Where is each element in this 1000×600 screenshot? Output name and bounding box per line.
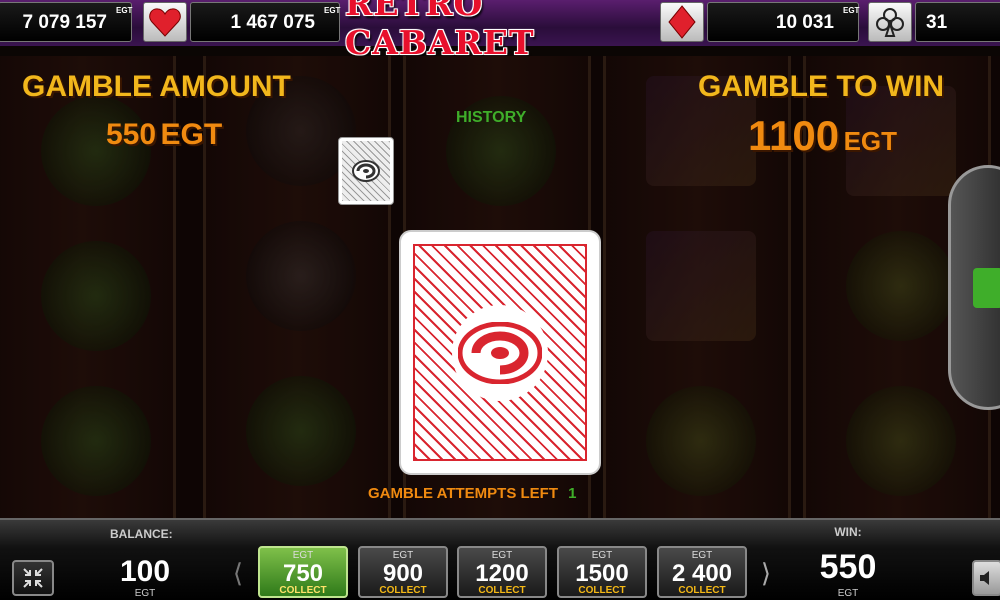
jackpot-spades: 7 079 157 EGT xyxy=(0,2,132,42)
jackpot-clubs-value: 31 xyxy=(926,12,948,33)
jackpot-spades-value: 7 079 157 xyxy=(22,12,107,33)
bet-option-1[interactable]: EGT 750 COLLECT xyxy=(258,546,348,598)
jackpot-hearts: 1 467 075 EGT xyxy=(190,2,340,42)
jackpot-spades-currency: EGT xyxy=(116,6,133,15)
egt-logo-icon xyxy=(342,141,390,201)
bet-value: 2 400 xyxy=(671,560,733,587)
bet-option-5[interactable]: EGT 2 400 COLLECT xyxy=(657,546,747,598)
bet-value: 750 xyxy=(282,560,324,587)
club-icon xyxy=(868,2,912,42)
diamond-icon xyxy=(660,2,704,42)
history-label: HISTORY xyxy=(456,109,527,126)
gamble-amount-label: GAMBLE AMOUNT xyxy=(22,70,291,103)
gamble-amount-value: 550 xyxy=(106,118,157,151)
side-action-button[interactable] xyxy=(948,165,1000,410)
gamble-amount-currency: EGT xyxy=(160,118,223,151)
gamble-to-win-currency: EGT xyxy=(843,126,898,156)
gamble-attempts-value: 1 xyxy=(568,485,577,502)
card-back-pattern xyxy=(413,244,587,461)
bet-value: 900 xyxy=(382,560,424,587)
balance-currency: EGT xyxy=(134,588,156,599)
bet-scroll-right[interactable]: ⟩ xyxy=(756,548,776,598)
jackpot-hearts-value: 1 467 075 xyxy=(230,12,315,33)
bet-value: 1200 xyxy=(475,560,529,587)
gamble-to-win: 1100 EGT xyxy=(748,112,897,160)
sound-button[interactable] xyxy=(972,560,1000,596)
jackpot-diamonds-value: 10 031 xyxy=(775,12,834,33)
fullscreen-button[interactable] xyxy=(12,560,54,596)
game-logo: RETRO CABARET xyxy=(345,0,535,62)
bet-action: COLLECT xyxy=(678,585,726,596)
bet-action: COLLECT xyxy=(478,585,526,596)
start-icon xyxy=(973,268,1000,308)
bet-action: COLLECT xyxy=(379,585,427,596)
bet-action: COLLECT xyxy=(279,585,327,596)
heart-icon xyxy=(143,2,187,42)
gamble-card[interactable] xyxy=(399,230,601,475)
balance-label: BALANCE: xyxy=(110,527,173,541)
jackpot-bar: 7 079 157 EGT 1 467 075 EGT RETRO CABARE… xyxy=(0,0,1000,62)
jackpot-clubs: 31 xyxy=(915,2,1000,42)
bet-action: COLLECT xyxy=(578,585,626,596)
history-card xyxy=(338,137,394,205)
gamble-attempts: GAMBLE ATTEMPTS LEFT 1 xyxy=(368,485,577,502)
bet-option-2[interactable]: EGT 900 COLLECT xyxy=(358,546,448,598)
win-currency: EGT xyxy=(837,588,859,599)
gamble-to-win-label: GAMBLE TO WIN xyxy=(698,70,945,103)
bet-value: 1500 xyxy=(575,560,629,587)
bet-option-3[interactable]: EGT 1200 COLLECT xyxy=(457,546,547,598)
jackpot-diamonds-currency: EGT xyxy=(843,6,860,15)
gamble-attempts-label: GAMBLE ATTEMPTS LEFT xyxy=(368,485,558,502)
egt-logo-icon xyxy=(452,304,548,401)
win-label: WIN: xyxy=(834,525,862,539)
balance-value: 100 xyxy=(119,555,171,588)
bet-scroll-left[interactable]: ⟨ xyxy=(228,548,248,598)
gamble-amount: 550 EGT xyxy=(106,118,222,152)
win-value: 550 xyxy=(819,548,877,586)
bet-option-4[interactable]: EGT 1500 COLLECT xyxy=(557,546,647,598)
jackpot-hearts-currency: EGT xyxy=(324,6,341,15)
jackpot-diamonds: 10 031 EGT xyxy=(707,2,859,42)
speaker-icon xyxy=(980,571,989,585)
collapse-icon xyxy=(23,568,43,588)
gamble-to-win-value: 1100 xyxy=(748,112,840,159)
